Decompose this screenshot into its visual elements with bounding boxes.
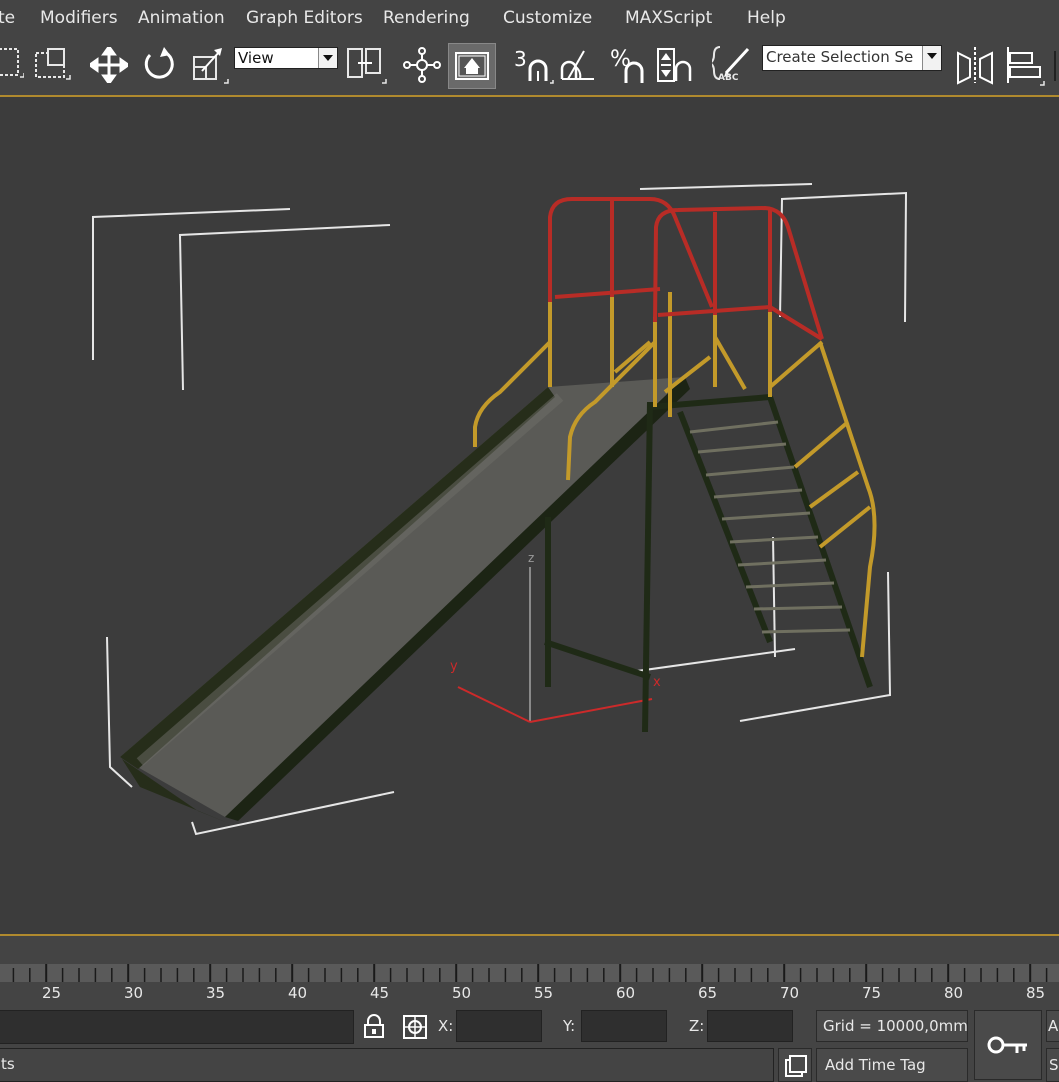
status-message-field: ts [0,1048,774,1082]
frame-tick-label: 70 [780,984,800,1002]
ruler-background [0,964,1059,982]
frame-tick-label: 35 [206,984,226,1002]
magnet-icon [528,59,554,84]
frame-tick-label: 30 [124,984,144,1002]
axis-y-label: y [450,659,458,674]
frame-tick-label: 25 [42,984,62,1002]
chevron-down-icon [318,48,337,68]
absolute-mode-icon[interactable] [402,1014,428,1040]
y-coord-label: Y: [563,1017,576,1035]
isolate-button[interactable] [778,1048,812,1082]
set-key-mode-button[interactable]: S [1046,1048,1059,1082]
slide-model-scene [92,183,908,836]
frame-tick-label: 65 [698,984,718,1002]
spinner-snap-icon[interactable] [656,45,700,87]
menu-create[interactable]: te [0,8,15,28]
perspective-viewport[interactable]: z y x [0,95,1059,936]
menu-modifiers[interactable]: Modifiers [40,8,118,28]
menu-help[interactable]: Help [747,8,786,28]
keyboard-override-button[interactable] [448,43,496,89]
reference-coordinate-dropdown[interactable]: View [234,47,338,69]
set-key-button[interactable] [974,1010,1042,1080]
frame-tick-label: 75 [862,984,882,1002]
add-time-tag-button[interactable]: Add Time Tag [816,1048,968,1082]
lock-icon[interactable] [362,1014,386,1040]
percent-snap-button[interactable]: % [608,45,648,87]
add-time-tag-label: Add Time Tag [825,1056,926,1074]
keyboard-shortcut-icon [455,52,489,80]
axis-x-label: x [653,675,661,690]
abc-label: ABC [718,73,739,83]
z-coord-label: Z: [689,1017,705,1035]
grid-display: Grid = 10000,0mm [816,1010,968,1042]
menu-maxscript[interactable]: MAXScript [625,8,712,28]
menu-graph-editors[interactable]: Graph Editors [246,8,363,28]
frame-tick-label: 50 [452,984,472,1002]
scale-icon[interactable] [190,45,230,85]
mirror-icon[interactable] [954,45,996,87]
frame-tick-label: 45 [370,984,390,1002]
key-icon [987,1036,1027,1054]
y-coord-field[interactable] [581,1010,667,1042]
snap-3d-label: 3 [514,47,527,71]
set-key-mode-label: S [1049,1056,1059,1074]
frame-ruler[interactable] [0,964,1059,982]
toolbar-divider [1054,51,1056,81]
rotate-icon[interactable] [140,47,178,83]
frame-tick-label: 85 [1026,984,1046,1002]
move-icon[interactable] [90,47,128,83]
magnet-icon [624,61,644,83]
axis-z-label: z [528,551,535,565]
manipulate-icon[interactable] [402,47,442,83]
grid-size-text: Grid = 10000,0mm [823,1017,968,1035]
frame-tick-label: 60 [616,984,636,1002]
reference-coordinate-value: View [238,49,274,67]
frame-tick-label: 40 [288,984,308,1002]
selection-set-input[interactable]: Create Selection Se [766,48,913,66]
status-message: ts [1,1055,15,1073]
select-region-icon[interactable] [0,45,24,81]
menu-customize[interactable]: Customize [503,8,592,28]
named-selection-set-dropdown[interactable]: Create Selection Se [762,45,942,71]
auto-key-button[interactable]: A [1046,1010,1059,1042]
angle-snap-icon[interactable] [558,47,602,87]
status-prompt-field [0,1010,354,1044]
frame-tick-label: 55 [534,984,554,1002]
z-coord-field[interactable] [707,1010,793,1042]
ladder-rungs [689,420,851,634]
frame-tick-label: 80 [944,984,964,1002]
menu-bar: te Modifiers Animation Graph Editors Ren… [0,0,1059,37]
chevron-down-icon [922,46,941,70]
status-bar: X: Y: Z: Grid = 10000,0mm A ts Add Time … [0,1004,1059,1082]
menu-rendering[interactable]: Rendering [383,8,470,28]
pivot-center-icon[interactable] [344,45,388,85]
isolate-selection-icon [785,1055,807,1077]
slide-chute [120,377,690,823]
window-crossing-icon[interactable] [32,45,72,81]
auto-key-label: A [1048,1017,1059,1035]
align-icon[interactable] [1004,45,1048,87]
snap-3d-button[interactable]: 3 [512,45,554,87]
x-coord-label: X: [438,1017,454,1035]
edit-named-selection-button[interactable]: ABC [707,43,756,89]
main-toolbar: View 3 % ABC Create Selection Se [0,37,1059,95]
x-coord-field[interactable] [456,1010,542,1042]
track-bar[interactable]: 25 30 35 40 45 50 55 60 65 70 75 80 85 [0,936,1059,1004]
menu-animation[interactable]: Animation [138,8,225,28]
